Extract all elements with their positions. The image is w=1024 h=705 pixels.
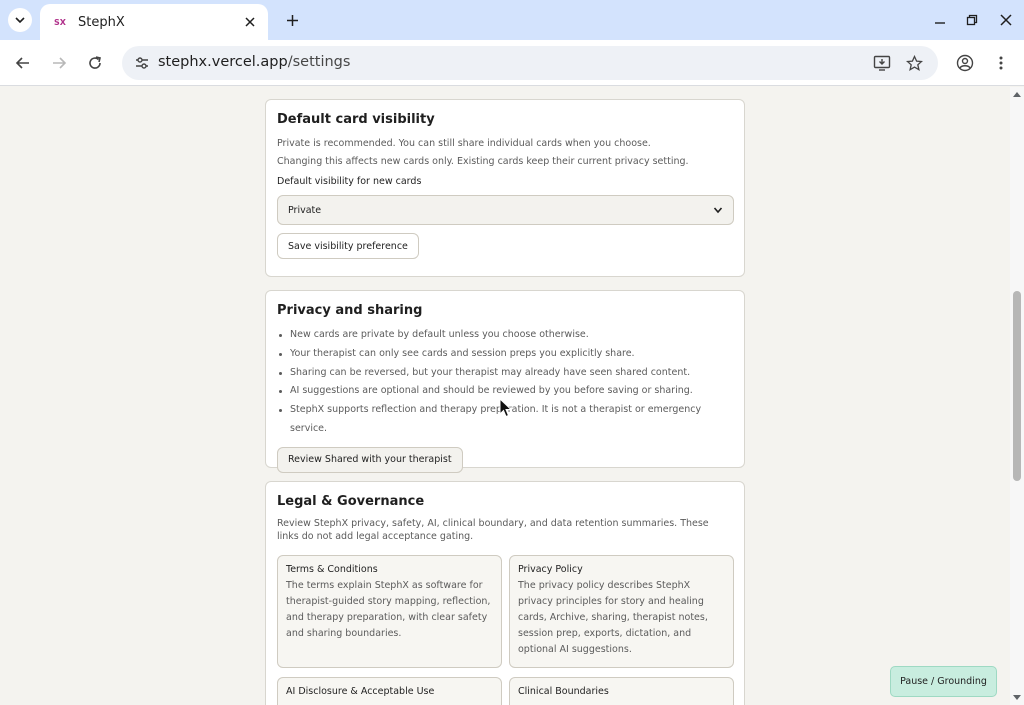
clinical-boundaries-title: Clinical Boundaries xyxy=(518,686,609,697)
terms-card[interactable]: Terms & Conditions The terms explain Ste… xyxy=(277,555,502,668)
list-item: New cards are private by default unless … xyxy=(277,326,733,345)
install-app-icon xyxy=(873,55,891,71)
visibility-card-title: Default card visibility xyxy=(277,112,435,127)
visibility-card: Default card visibility Private is recom… xyxy=(265,99,745,277)
privacy-policy-description: The privacy policy describes StephX priv… xyxy=(518,580,708,655)
privacy-policy-title: Privacy Policy xyxy=(518,564,583,575)
plus-icon xyxy=(286,14,298,26)
tab-title: StephX xyxy=(78,14,125,30)
bookmark-button[interactable] xyxy=(902,51,926,75)
list-item: Sharing can be reversed, but your therap… xyxy=(277,364,733,383)
scroll-down-arrow-icon[interactable] xyxy=(1013,695,1021,700)
reload-button[interactable] xyxy=(83,51,107,75)
site-info-button[interactable] xyxy=(130,51,154,75)
list-item: Your therapist can only see cards and se… xyxy=(277,345,733,364)
pause-grounding-button[interactable]: Pause / Grounding xyxy=(890,666,997,697)
visibility-select[interactable]: Private xyxy=(277,195,734,225)
restore-button[interactable] xyxy=(962,10,982,30)
tab-close-button[interactable] xyxy=(242,14,258,30)
reload-icon xyxy=(89,56,101,69)
review-shared-button[interactable]: Review Shared with your therapist xyxy=(277,446,463,473)
visibility-note-2: Changing this affects new cards only. Ex… xyxy=(277,156,689,167)
tune-icon xyxy=(136,57,148,69)
privacy-policy-card[interactable]: Privacy Policy The privacy policy descri… xyxy=(509,555,734,668)
new-tab-button[interactable] xyxy=(280,8,304,32)
browser-menu-button[interactable] xyxy=(989,51,1013,75)
privacy-card: Privacy and sharing New cards are privat… xyxy=(265,290,745,473)
profile-button[interactable] xyxy=(953,51,977,75)
tab-search-button[interactable] xyxy=(8,8,32,32)
chevron-down-icon xyxy=(713,207,723,214)
arrow-right-icon xyxy=(53,57,67,69)
tab-strip: SX StephX xyxy=(0,0,1024,40)
stephx-favicon: SX xyxy=(54,17,66,27)
visibility-selected-value: Private xyxy=(288,204,322,216)
ai-disclosure-title: AI Disclosure & Acceptable Use xyxy=(286,686,435,697)
save-visibility-button[interactable]: Save visibility preference xyxy=(277,233,419,259)
terms-description: The terms explain StephX as software for… xyxy=(286,580,491,639)
minimize-button[interactable] xyxy=(930,10,950,30)
back-button[interactable] xyxy=(11,51,35,75)
star-icon xyxy=(905,54,923,71)
browser-tab[interactable]: SX StephX xyxy=(40,4,268,40)
legal-card-title: Legal & Governance xyxy=(277,494,425,509)
legal-card: Legal & Governance Review StephX privacy… xyxy=(265,481,745,705)
clinical-boundaries-card[interactable]: Clinical Boundaries xyxy=(509,677,734,705)
close-window-button[interactable] xyxy=(996,10,1016,30)
arrow-left-icon xyxy=(15,57,29,69)
account-icon xyxy=(956,54,974,72)
visibility-note-1: Private is recommended. You can still sh… xyxy=(277,138,651,149)
privacy-list: New cards are private by default unless … xyxy=(277,326,733,439)
terms-title: Terms & Conditions xyxy=(286,564,378,575)
privacy-card-title: Privacy and sharing xyxy=(277,303,423,318)
close-icon xyxy=(245,17,255,27)
scroll-up-arrow-icon[interactable] xyxy=(1013,92,1021,97)
url-text: stephx.vercel.app/settings xyxy=(158,54,350,70)
minimize-icon xyxy=(935,22,945,24)
page-scrollbar[interactable] xyxy=(1010,87,1024,705)
forward-button[interactable] xyxy=(47,51,71,75)
chevron-down-icon xyxy=(15,17,25,24)
restore-icon xyxy=(966,14,978,26)
install-app-button[interactable] xyxy=(870,51,894,75)
more-vertical-icon xyxy=(999,56,1003,70)
url-path: /settings xyxy=(287,54,351,70)
ai-disclosure-card[interactable]: AI Disclosure & Acceptable Use xyxy=(277,677,502,705)
scroll-thumb[interactable] xyxy=(1013,291,1021,481)
close-icon xyxy=(1000,14,1012,26)
browser-toolbar: stephx.vercel.app/settings xyxy=(0,40,1024,86)
visibility-field-label: Default visibility for new cards xyxy=(277,176,422,187)
page-viewport: Default card visibility Private is recom… xyxy=(0,87,1010,705)
address-bar[interactable]: stephx.vercel.app/settings xyxy=(122,46,938,80)
legal-intro: Review StephX privacy, safety, AI, clini… xyxy=(277,518,709,542)
mouse-cursor-icon xyxy=(499,398,513,418)
url-host: stephx.vercel.app xyxy=(158,54,288,70)
